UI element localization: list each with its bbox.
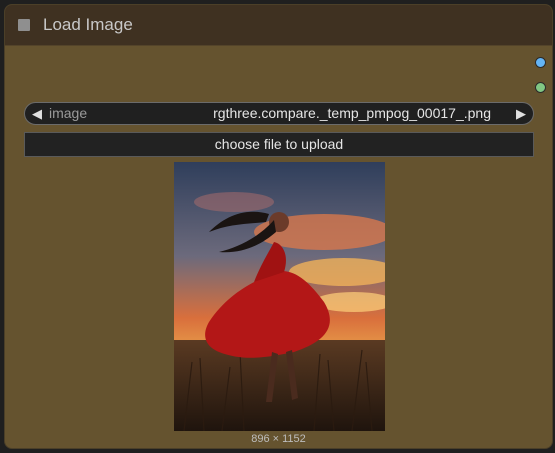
collapse-toggle-icon[interactable] [18, 19, 30, 31]
choose-file-button[interactable]: choose file to upload [24, 132, 534, 157]
image-combo-widget[interactable]: ◀ image rgthree.compare._temp_pmpog_0001… [24, 102, 534, 125]
combo-value[interactable]: rgthree.compare._temp_pmpog_00017_.png [213, 105, 491, 122]
preview-illustration [174, 162, 385, 431]
mask-output-slot[interactable] [535, 82, 546, 93]
image-dimensions: 896 × 1152 [251, 433, 306, 445]
previous-arrow-icon[interactable]: ◀ [32, 105, 42, 122]
image-preview [174, 162, 385, 431]
next-arrow-icon[interactable]: ▶ [516, 105, 526, 122]
node-titlebar[interactable]: Load Image [5, 5, 552, 46]
image-output-slot[interactable] [535, 57, 546, 68]
load-image-node[interactable]: Load Image ◀ image rgthree.compare._temp… [4, 4, 553, 449]
node-title: Load Image [43, 15, 133, 34]
combo-label: image [49, 105, 88, 121]
